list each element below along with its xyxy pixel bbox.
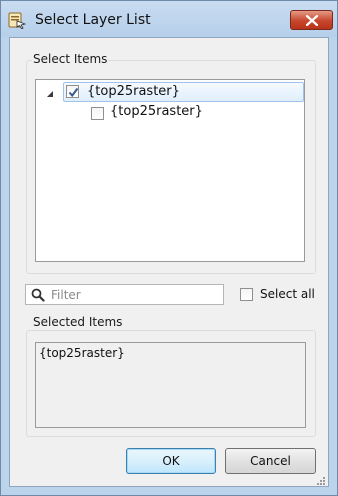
window-title: Select Layer List — [35, 12, 151, 28]
layer-list-app-icon — [8, 11, 27, 29]
title-bar[interactable]: Select Layer List — [1, 1, 337, 37]
selected-items-text: {top25raster} — [35, 342, 306, 428]
tree-item-child[interactable]: {top25raster} — [88, 103, 228, 123]
select-all-label[interactable]: Select all — [260, 287, 315, 301]
tree-item-root[interactable]: {top25raster} — [63, 82, 304, 102]
ok-button[interactable]: OK — [126, 448, 216, 474]
tree-item-label: {top25raster} — [110, 104, 203, 119]
checkmark-icon — [68, 87, 79, 98]
selected-items-label: Selected Items — [32, 315, 124, 329]
dialog-window: Select Layer List Select Items {top25ras… — [0, 0, 338, 496]
search-icon — [31, 288, 45, 302]
select-all-checkbox[interactable] — [240, 288, 253, 301]
tree-item-checkbox[interactable] — [91, 107, 104, 120]
filter-input[interactable] — [51, 286, 219, 303]
dialog-client-area: Select Items {top25raster} {top25raster} — [9, 37, 329, 487]
tree-item-checkbox[interactable] — [66, 85, 79, 98]
resize-grip-icon[interactable] — [316, 475, 326, 489]
filter-field[interactable] — [25, 284, 224, 305]
cancel-button[interactable]: Cancel — [225, 448, 316, 474]
select-items-label: Select Items — [32, 52, 109, 66]
close-button[interactable] — [290, 10, 333, 30]
layer-tree[interactable]: {top25raster} {top25raster} — [35, 79, 305, 262]
close-icon — [306, 15, 318, 26]
tree-item-label: {top25raster} — [87, 84, 180, 99]
expand-triangle-icon[interactable] — [46, 87, 54, 101]
